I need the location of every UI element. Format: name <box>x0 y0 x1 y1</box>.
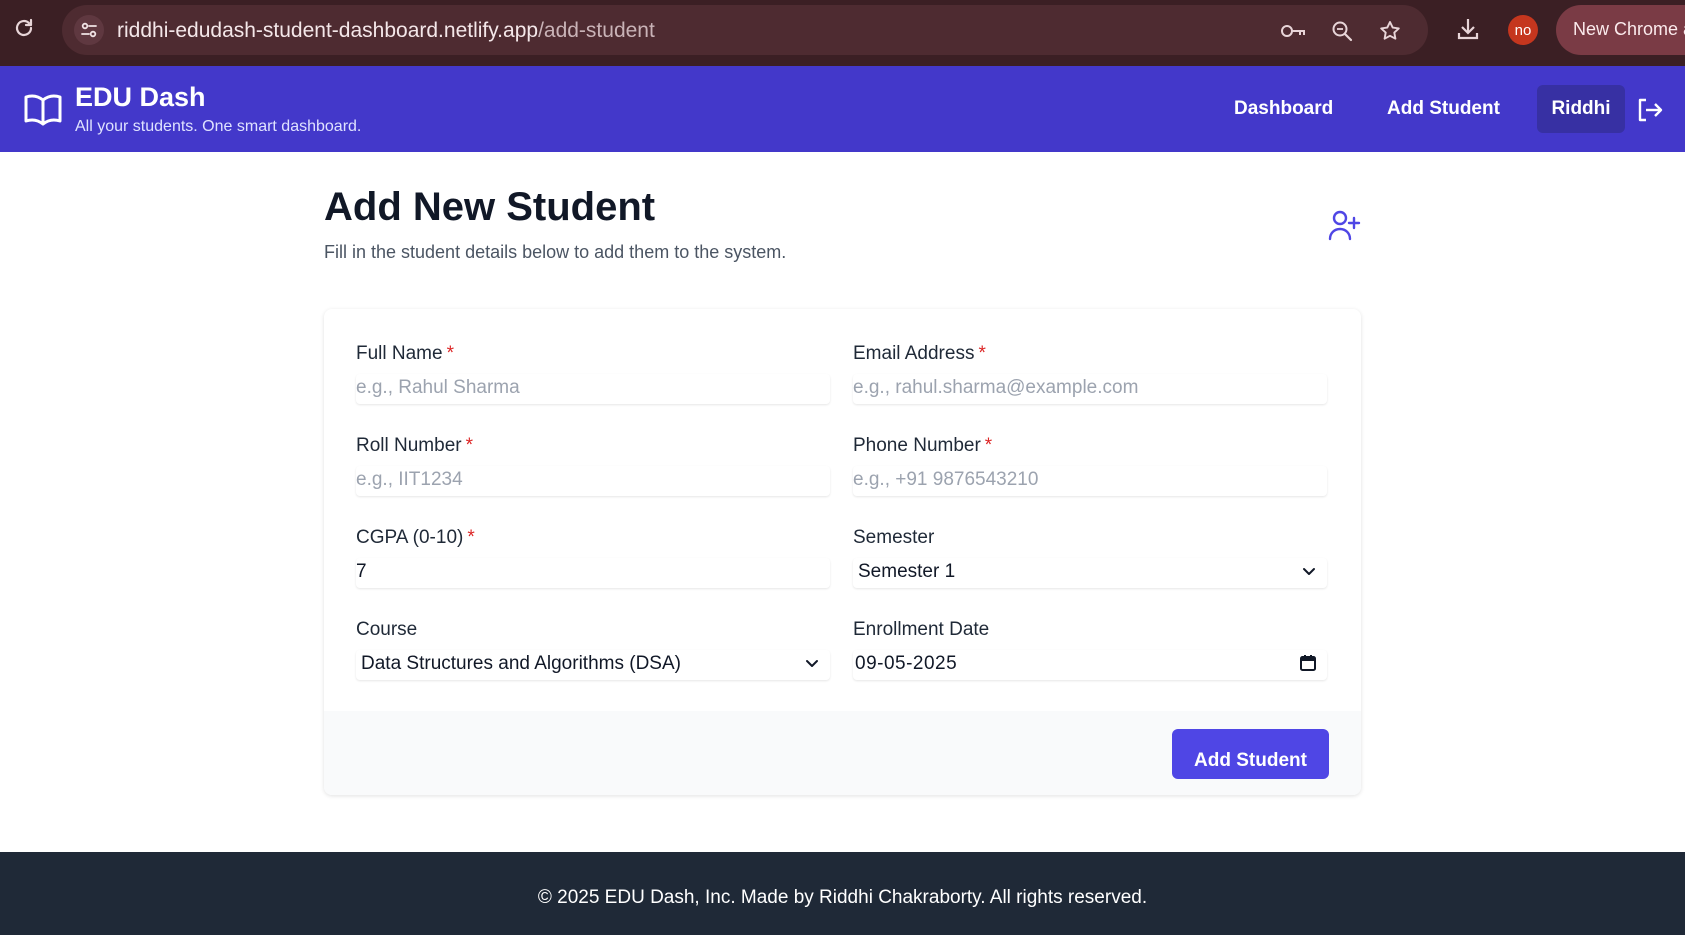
site-footer: © 2025 EDU Dash, Inc. Made by Riddhi Cha… <box>0 852 1685 935</box>
full-name-field: Full Name * e.g., Rahul Sharma <box>356 343 830 404</box>
chevron-down-icon <box>806 660 818 667</box>
nav-dashboard[interactable]: Dashboard <box>1234 98 1333 120</box>
add-student-button[interactable]: Add Student <box>1172 729 1329 779</box>
add-student-form: Full Name * e.g., Rahul Sharma Email Addr… <box>324 309 1361 795</box>
logout-icon[interactable] <box>1635 96 1663 124</box>
add-user-icon <box>1327 208 1361 242</box>
user-profile-button[interactable]: Riddhi <box>1537 85 1625 133</box>
page-subtitle: Fill in the student details below to add… <box>324 242 787 262</box>
copyright-text: © 2025 EDU Dash, Inc. Made by Riddhi Cha… <box>537 887 1148 908</box>
brand-tagline: All your students. One smart dashboard. <box>75 118 362 135</box>
cgpa-field: CGPA (0-10) * 7 <box>356 527 830 588</box>
roll-number-input[interactable]: e.g., IIT1234 <box>356 466 830 496</box>
password-key-icon[interactable] <box>1280 17 1308 45</box>
semester-label: Semester <box>853 527 935 548</box>
brand-title[interactable]: EDU Dash <box>75 82 206 113</box>
semester-field: Semester Semester 1 <box>853 527 1327 588</box>
download-icon[interactable] <box>1454 15 1482 43</box>
roll-number-label: Roll Number * <box>356 435 473 456</box>
url-path: /add-student <box>538 19 655 42</box>
semester-select[interactable]: Semester 1 <box>853 558 1327 588</box>
form-footer: Add Student <box>324 711 1361 795</box>
full-name-label: Full Name * <box>356 343 454 364</box>
enrollment-date-input[interactable]: 09-05-2025 <box>853 650 1327 680</box>
url-host: riddhi-edudash-student-dashboard.netlify… <box>117 19 539 42</box>
app-header: EDU Dash All your students. One smart da… <box>0 66 1685 152</box>
zoom-icon[interactable] <box>1328 17 1356 45</box>
url-text[interactable]: riddhi-edudash-student-dashboard.netlify… <box>117 19 655 43</box>
course-label: Course <box>356 619 418 640</box>
course-field: Course Data Structures and Algorithms (D… <box>356 619 830 680</box>
cgpa-input[interactable]: 7 <box>356 558 830 588</box>
email-label: Email Address * <box>853 343 986 364</box>
phone-label: Phone Number * <box>853 435 993 456</box>
calendar-icon[interactable] <box>1299 654 1317 672</box>
roll-number-field: Roll Number * e.g., IIT1234 <box>356 435 830 496</box>
email-field: Email Address * e.g., rahul.sharma@exampl… <box>853 343 1327 404</box>
semester-value: Semester 1 <box>858 561 956 582</box>
reload-icon[interactable] <box>10 14 38 42</box>
course-select[interactable]: Data Structures and Algorithms (DSA) <box>356 650 830 680</box>
phone-field: Phone Number * e.g., +91 9876543210 <box>853 435 1327 496</box>
bookmark-star-icon[interactable] <box>1376 17 1404 45</box>
required-marker: * <box>446 343 454 364</box>
required-marker: * <box>984 435 993 456</box>
course-value: Data Structures and Algorithms (DSA) <box>361 653 681 674</box>
cgpa-label: CGPA (0-10) * <box>356 527 475 548</box>
profile-avatar[interactable]: no <box>1508 15 1538 45</box>
required-marker: * <box>465 435 473 456</box>
page-title: Add New Student <box>324 185 656 229</box>
new-chrome-button[interactable]: New Chrome a <box>1556 5 1685 55</box>
open-book-icon <box>22 88 64 130</box>
nav-add-student[interactable]: Add Student <box>1387 98 1500 120</box>
full-name-input[interactable]: e.g., Rahul Sharma <box>356 374 830 404</box>
enrollment-date-field: Enrollment Date 09-05-2025 <box>853 619 1327 680</box>
address-bar[interactable]: riddhi-edudash-student-dashboard.netlify… <box>62 5 1428 55</box>
required-marker: * <box>978 343 986 364</box>
browser-toolbar: riddhi-edudash-student-dashboard.netlify… <box>0 0 1685 66</box>
site-info-icon[interactable] <box>74 15 104 45</box>
enrollment-date-value: 09-05-2025 <box>855 653 958 674</box>
required-marker: * <box>467 527 475 548</box>
chevron-down-icon <box>1303 568 1315 575</box>
email-input[interactable]: e.g., rahul.sharma@example.com <box>853 374 1327 404</box>
enrollment-date-label: Enrollment Date <box>853 619 990 640</box>
phone-input[interactable]: e.g., +91 9876543210 <box>853 466 1327 496</box>
